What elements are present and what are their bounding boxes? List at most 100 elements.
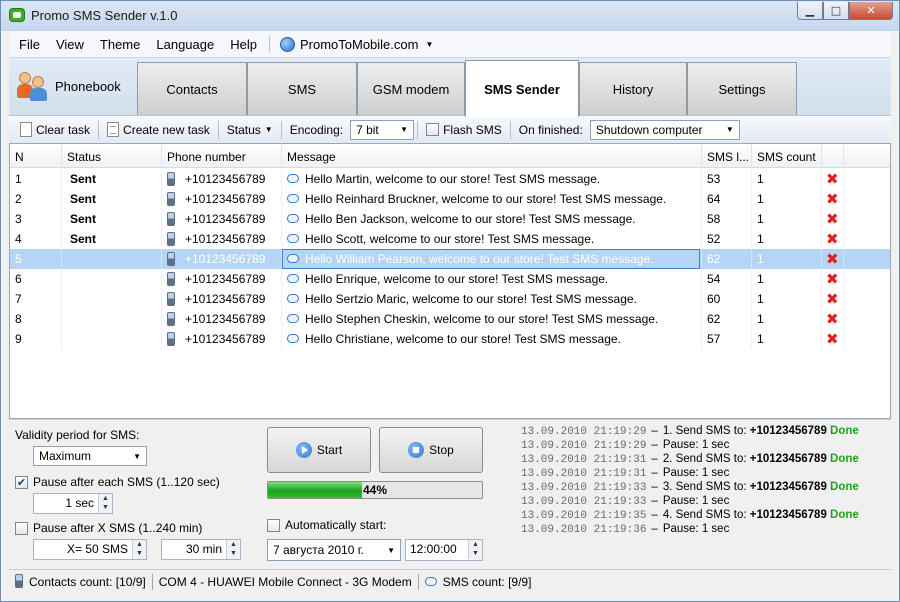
menu-theme[interactable]: Theme xyxy=(92,37,148,52)
message-icon xyxy=(287,194,299,204)
pause-each-checkbox[interactable]: ✔ xyxy=(15,475,28,489)
encoding-label: Encoding: xyxy=(289,122,344,137)
sms-task-table[interactable]: N Status Phone number Message SMS l... S… xyxy=(9,143,891,419)
auto-start-option[interactable]: Automatically start: xyxy=(267,518,386,532)
tab-sms[interactable]: SMS xyxy=(247,62,357,115)
pause-x-minutes-value: 30 min xyxy=(185,542,222,556)
delete-icon[interactable]: ✖ xyxy=(826,329,839,349)
auto-start-date-picker[interactable]: 7 августа 2010 г. ▼ xyxy=(267,539,401,561)
pause-each-stepper[interactable]: 1 sec ▲ ▼ xyxy=(33,493,113,514)
column-header-status[interactable]: Status xyxy=(62,144,162,168)
cell-message-container: Hello Martin, welcome to our store! Test… xyxy=(282,169,702,189)
maximize-button[interactable]: □ xyxy=(823,2,849,20)
table-row[interactable]: 5 +10123456789 Hello William Pearson, welc… xyxy=(10,249,890,269)
progress-bar: 44% xyxy=(267,481,483,499)
cell-len: 64 xyxy=(702,189,752,209)
cell-delete: ✖ xyxy=(822,189,844,209)
auto-start-checkbox[interactable] xyxy=(267,518,280,532)
promo-link[interactable]: PromoToMobile.com ▼ xyxy=(274,36,439,52)
stepper-arrows-icon[interactable]: ▲ ▼ xyxy=(226,540,240,559)
menu-view[interactable]: View xyxy=(48,37,92,52)
cell-message: Hello Reinhard Bruckner, welcome to our … xyxy=(305,192,667,206)
on-finished-select[interactable]: Shutdown computer ▼ xyxy=(589,119,740,140)
flash-sms-checkbox[interactable]: Flash SMS xyxy=(421,119,507,141)
pause-x-minutes-stepper[interactable]: 30 min ▲ ▼ xyxy=(161,539,241,560)
delete-icon[interactable]: ✖ xyxy=(826,229,839,249)
cell-len: 58 xyxy=(702,209,752,229)
menu-help[interactable]: Help xyxy=(222,37,265,52)
toolbar-separator xyxy=(98,120,100,139)
stepper-arrows-icon[interactable]: ▲ ▼ xyxy=(468,540,482,559)
phone-icon xyxy=(167,311,175,326)
delete-icon[interactable]: ✖ xyxy=(826,209,839,229)
stop-button[interactable]: Stop xyxy=(379,427,483,473)
tab-sms-sender[interactable]: SMS Sender xyxy=(465,60,579,117)
tab-gsm-modem[interactable]: GSM modem xyxy=(357,62,465,115)
cell-message-container: Hello Sertzio Maric, welcome to our stor… xyxy=(282,289,702,309)
cell-status xyxy=(62,309,162,329)
pause-x-count-stepper[interactable]: X= 50 SMS ▲ ▼ xyxy=(33,539,147,560)
flash-sms-check[interactable] xyxy=(426,123,440,136)
start-button[interactable]: Start xyxy=(267,427,371,473)
table-row[interactable]: 4 Sent +10123456789 Hello Scott, welcome to… xyxy=(10,229,890,249)
auto-start-date-value: 7 августа 2010 г. xyxy=(273,543,364,557)
tab-contacts[interactable]: Contacts xyxy=(137,62,247,115)
cell-delete: ✖ xyxy=(822,289,844,309)
log-separator: – xyxy=(651,495,658,507)
pause-x-checkbox[interactable] xyxy=(15,521,28,535)
column-header-sms-count[interactable]: SMS count xyxy=(752,144,822,168)
validity-label: Validity period for SMS: xyxy=(15,428,140,442)
delete-icon[interactable]: ✖ xyxy=(826,249,839,269)
stepper-arrows-icon[interactable]: ▲ ▼ xyxy=(98,494,112,513)
delete-icon[interactable]: ✖ xyxy=(826,269,839,289)
create-new-task-button[interactable]: Create new task xyxy=(102,119,215,141)
status-dropdown-button[interactable]: Status ▼ xyxy=(222,119,278,141)
cell-delete: ✖ xyxy=(822,329,844,349)
phone-icon xyxy=(167,171,175,186)
pause-each-option[interactable]: ✔ Pause after each SMS (1..120 sec) xyxy=(15,475,220,489)
tab-settings[interactable]: Settings xyxy=(687,62,797,115)
column-header-message[interactable]: Message xyxy=(282,144,702,168)
cell-phone: +10123456789 xyxy=(185,192,266,206)
table-row[interactable]: 2 Sent +10123456789 Hello Reinhard Bruckner… xyxy=(10,189,890,209)
table-row[interactable]: 1 Sent +10123456789 Hello Martin, welcome t… xyxy=(10,169,890,189)
table-row[interactable]: 7 +10123456789 Hello Sertzio Maric, welcom… xyxy=(10,289,890,309)
activity-log[interactable]: 13.09.2010 21:19:29–1. Send SMS to: +101… xyxy=(521,424,889,536)
log-text: 4. Send SMS to: xyxy=(662,509,750,521)
cell-phone: +10123456789 xyxy=(185,312,266,326)
pause-x-option[interactable]: Pause after X SMS (1..240 min) xyxy=(15,521,202,535)
minimize-button[interactable]: ▁ xyxy=(797,2,823,20)
menu-language[interactable]: Language xyxy=(148,37,222,52)
menu-file[interactable]: File xyxy=(11,37,48,52)
stop-label: Stop xyxy=(429,443,454,457)
column-header-phone[interactable]: Phone number xyxy=(162,144,282,168)
delete-icon[interactable]: ✖ xyxy=(826,289,839,309)
delete-icon[interactable]: ✖ xyxy=(826,309,839,329)
column-header-sms-length[interactable]: SMS l... xyxy=(702,144,752,168)
chevron-down-icon: ▼ xyxy=(264,125,273,134)
auto-start-time-value: 12:00:00 xyxy=(410,542,457,556)
table-row[interactable]: 9 +10123456789 Hello Christiane, welcome t… xyxy=(10,329,890,349)
table-row[interactable]: 6 +10123456789 Hello Enrique, welcome to o… xyxy=(10,269,890,289)
tab-history[interactable]: History xyxy=(579,62,687,115)
window-controls: ▁ □ ✕ xyxy=(797,2,893,20)
cell-phone-container: +10123456789 xyxy=(162,229,282,249)
close-button[interactable]: ✕ xyxy=(849,2,893,20)
encoding-select[interactable]: 7 bit ▼ xyxy=(350,119,415,140)
status-contacts: Contacts count: [10/9] xyxy=(9,574,152,589)
log-timestamp: 13.09.2010 21:19:33 xyxy=(521,496,647,508)
stepper-arrows-icon[interactable]: ▲ ▼ xyxy=(132,540,146,559)
table-row[interactable]: 3 Sent +10123456789 Hello Ben Jackson, welc… xyxy=(10,209,890,229)
validity-select[interactable]: Maximum ▼ xyxy=(33,446,147,466)
auto-start-time-stepper[interactable]: 12:00:00 ▲ ▼ xyxy=(405,539,483,561)
column-header-n[interactable]: N xyxy=(10,144,62,168)
modem-info: COM 4 - HUAWEI Mobile Connect - 3G Modem xyxy=(158,575,412,589)
phone-icon xyxy=(167,251,175,266)
delete-icon[interactable]: ✖ xyxy=(826,189,839,209)
title-bar[interactable]: Promo SMS Sender v.1.0 ▁ □ ✕ xyxy=(1,1,899,31)
delete-icon[interactable]: ✖ xyxy=(826,169,839,189)
phonebook-button[interactable]: Phonebook xyxy=(17,68,121,104)
clear-task-button[interactable]: Clear task xyxy=(15,119,95,141)
table-row[interactable]: 8 +10123456789 Hello Stephen Cheskin, welc… xyxy=(10,309,890,329)
cell-phone-container: +10123456789 xyxy=(162,309,282,329)
